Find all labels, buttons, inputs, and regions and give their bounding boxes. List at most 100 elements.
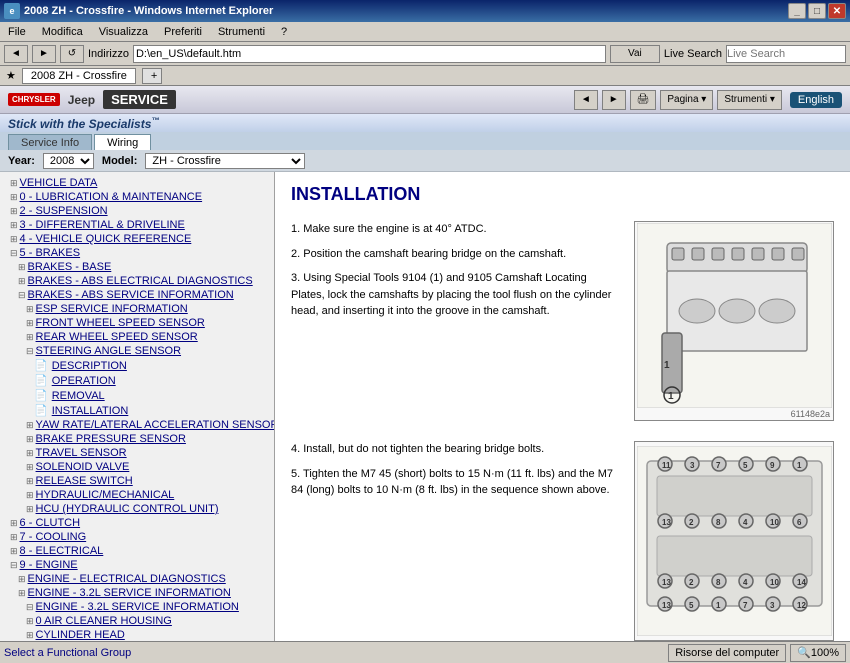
tree-item-differential[interactable]: ⊞3 - DIFFERENTIAL & DRIVELINE (2, 218, 272, 232)
instruction-5: 5. Tighten the M7 45 (short) bolts to 15… (291, 466, 622, 499)
tree-item-hcu[interactable]: ⊞HCU (HYDRAULIC CONTROL UNIT) (2, 502, 272, 516)
tree-item-travel-sensor[interactable]: ⊞TRAVEL SENSOR (2, 446, 272, 460)
main-area: ⊞VEHICLE DATA ⊞0 - LUBRICATION & MAINTEN… (0, 172, 850, 641)
refresh-button[interactable]: ↺ (60, 45, 84, 63)
tree-item-engine-3-2l-2[interactable]: ⊟ENGINE - 3.2L SERVICE INFORMATION (2, 600, 272, 614)
minimize-button[interactable]: _ (788, 3, 806, 19)
tree-item-hydraulic-mech[interactable]: ⊞HYDRAULIC/MECHANICAL (2, 488, 272, 502)
address-input[interactable] (133, 45, 606, 63)
title-bar: e 2008 ZH - Crossfire - Windows Internet… (0, 0, 850, 22)
tab-service-info[interactable]: Service Info (8, 134, 92, 150)
tree-item-lubrication[interactable]: ⊞0 - LUBRICATION & MAINTENANCE (2, 190, 272, 204)
tree-item-engine[interactable]: ⊟9 - ENGINE (2, 558, 272, 572)
computer-label: Risorse del computer (675, 647, 779, 659)
go-button[interactable]: Vai (610, 45, 660, 63)
toolbar-pagina[interactable]: Pagina ▾ (660, 90, 713, 110)
tree-item-yaw-rate[interactable]: ⊞YAW RATE/LATERAL ACCELERATION SENSOR (2, 418, 272, 432)
content-section-2: 4. Install, but do not tighten the beari… (291, 441, 834, 641)
tree-item-vehicle-data[interactable]: ⊞VEHICLE DATA (2, 176, 272, 190)
tree-item-air-cleaner[interactable]: ⊞0 AIR CLEANER HOUSING (2, 614, 272, 628)
svg-text:1: 1 (668, 391, 674, 402)
specialists-text: Stick with the Specialists™ (8, 116, 159, 131)
toolbar-btn-2[interactable]: ► (602, 90, 626, 110)
tree-item-solenoid[interactable]: ⊞SOLENOID VALVE (2, 460, 272, 474)
menu-visualizza[interactable]: Visualizza (95, 26, 152, 38)
tree-item-front-wheel[interactable]: ⊞FRONT WHEEL SPEED SENSOR (2, 316, 272, 330)
back-button[interactable]: ◄ (4, 45, 28, 63)
tree-item-brakes-abs-elec[interactable]: ⊞BRAKES - ABS ELECTRICAL DIAGNOSTICS (2, 274, 272, 288)
tree-item-installation-sub[interactable]: 📄INSTALLATION (2, 403, 272, 418)
tree-item-clutch[interactable]: ⊞6 - CLUTCH (2, 516, 272, 530)
tree-item-vehicle-quick[interactable]: ⊞4 - VEHICLE QUICK REFERENCE (2, 232, 272, 246)
tree-item-engine-elec[interactable]: ⊞ENGINE - ELECTRICAL DIAGNOSTICS (2, 572, 272, 586)
year-select[interactable]: 2008 (43, 153, 94, 169)
tree-item-suspension[interactable]: ⊞2 - SUSPENSION (2, 204, 272, 218)
zoom-value: 100% (811, 647, 839, 659)
ie-icon: e (4, 3, 20, 19)
tree-item-brakes[interactable]: ⊟5 - BRAKES (2, 246, 272, 260)
year-label: Year: (8, 155, 35, 167)
svg-text:6: 6 (797, 518, 802, 527)
zoom-label: 🔍 (797, 646, 811, 659)
tree-item-cooling[interactable]: ⊞7 - COOLING (2, 530, 272, 544)
tree-item-engine-3-2l[interactable]: ⊞ENGINE - 3.2L SERVICE INFORMATION (2, 586, 272, 600)
tree-item-cylinder-head[interactable]: ⊞CYLINDER HEAD (2, 628, 272, 641)
tree-item-steering-angle[interactable]: ⊟STEERING ANGLE SENSOR (2, 344, 272, 358)
model-select[interactable]: ZH - Crossfire (145, 153, 305, 169)
tree-item-esp[interactable]: ⊞ESP SERVICE INFORMATION (2, 302, 272, 316)
toolbar-btn-1[interactable]: ◄ (574, 90, 598, 110)
menu-preferiti[interactable]: Preferiti (160, 26, 206, 38)
address-label: Indirizzo (88, 48, 129, 60)
close-button[interactable]: ✕ (828, 3, 846, 19)
right-panel: INSTALLATION 1. Make sure the engine is … (275, 172, 850, 641)
svg-text:5: 5 (743, 461, 748, 470)
status-zoom: 🔍 100% (790, 644, 846, 662)
tree-item-brakes-base[interactable]: ⊞BRAKES - BASE (2, 260, 272, 274)
diagram-col-1: 1 1 61148e2a (634, 221, 834, 429)
svg-text:7: 7 (743, 601, 748, 610)
forward-button[interactable]: ► (32, 45, 56, 63)
tab-wiring[interactable]: Wiring (94, 134, 151, 150)
tree-item-brake-pressure[interactable]: ⊞BRAKE PRESSURE SENSOR (2, 432, 272, 446)
menu-file[interactable]: File (4, 26, 30, 38)
svg-text:1: 1 (716, 601, 721, 610)
svg-text:8: 8 (716, 518, 721, 527)
tree-item-brakes-abs-svc[interactable]: ⊟BRAKES - ABS SERVICE INFORMATION (2, 288, 272, 302)
tree-item-operation[interactable]: 📄OPERATION (2, 373, 272, 388)
tab-label: 2008 ZH - Crossfire (31, 70, 127, 82)
browser-tab[interactable]: 2008 ZH - Crossfire (22, 68, 136, 84)
tree-item-removal-sub[interactable]: 📄REMOVAL (2, 388, 272, 403)
toolbar-print[interactable]: 🖨 (630, 90, 657, 110)
search-input[interactable] (726, 45, 846, 63)
english-button[interactable]: English (790, 92, 842, 108)
tree-item-release-switch[interactable]: ⊞RELEASE SWITCH (2, 474, 272, 488)
instruction-3: 3. Using Special Tools 9104 (1) and 9105… (291, 270, 622, 320)
diagram-col-2: 11 3 7 5 9 1 13 (634, 441, 834, 641)
search-label: Live Search (664, 48, 722, 60)
svg-text:14: 14 (797, 578, 806, 587)
left-panel: ⊞VEHICLE DATA ⊞0 - LUBRICATION & MAINTEN… (0, 172, 275, 641)
tree-item-rear-wheel[interactable]: ⊞REAR WHEEL SPEED SENSOR (2, 330, 272, 344)
menu-strumenti[interactable]: Strumenti (214, 26, 269, 38)
jeep-text: Jeep (68, 93, 95, 107)
status-functional-group[interactable]: Select a Functional Group (4, 647, 660, 659)
menu-modifica[interactable]: Modifica (38, 26, 87, 38)
svg-text:1: 1 (797, 461, 802, 470)
maximize-button[interactable]: □ (808, 3, 826, 19)
diagram-2-svg: 11 3 7 5 9 1 13 (637, 446, 832, 636)
year-model-bar: Year: 2008 Model: ZH - Crossfire (0, 150, 850, 172)
menu-help[interactable]: ? (277, 26, 291, 38)
svg-text:13: 13 (662, 601, 671, 610)
svg-text:13: 13 (662, 518, 671, 527)
new-tab-button[interactable]: + (142, 68, 162, 84)
address-bar: ◄ ► ↺ Indirizzo Vai Live Search (0, 42, 850, 66)
svg-text:12: 12 (797, 601, 806, 610)
svg-text:13: 13 (662, 578, 671, 587)
tree-item-description[interactable]: 📄DESCRIPTION (2, 358, 272, 373)
links-bar: ★ 2008 ZH - Crossfire + (0, 66, 850, 86)
tree-item-electrical[interactable]: ⊞8 - ELECTRICAL (2, 544, 272, 558)
toolbar-strumenti[interactable]: Strumenti ▾ (717, 90, 782, 110)
status-computer: Risorse del computer (668, 644, 786, 662)
svg-text:2: 2 (689, 578, 694, 587)
svg-text:5: 5 (689, 601, 694, 610)
